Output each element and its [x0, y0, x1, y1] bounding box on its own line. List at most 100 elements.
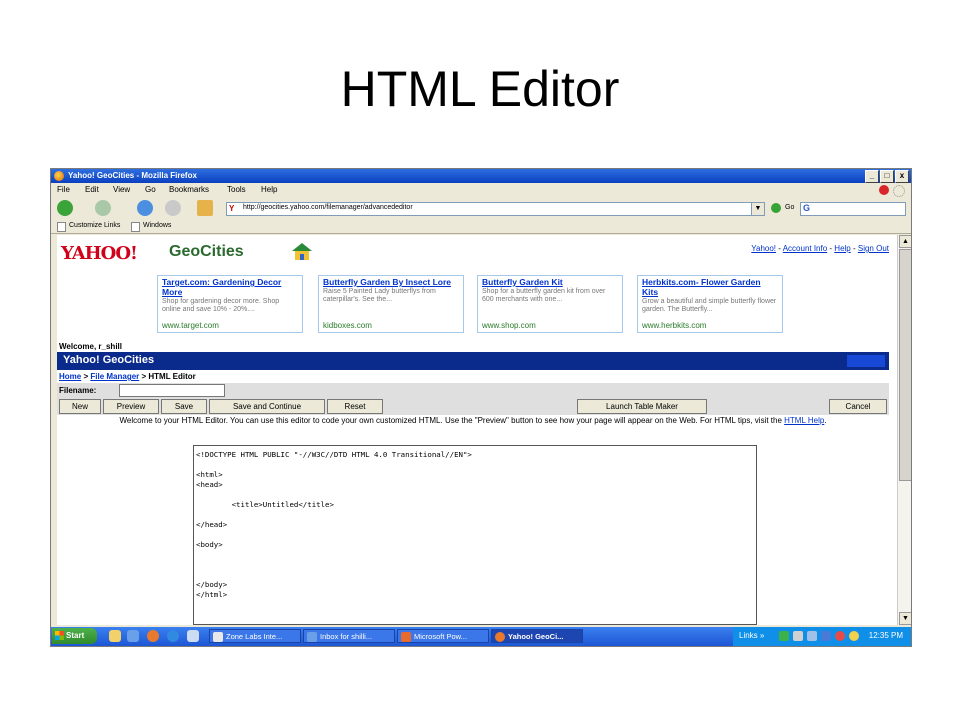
tray-network-icon[interactable]: [779, 631, 789, 641]
start-button[interactable]: Start: [52, 628, 97, 644]
tray-messenger-icon[interactable]: [849, 631, 859, 641]
tray-monitor-icon[interactable]: [807, 631, 817, 641]
ad-title[interactable]: Target.com: Gardening Decor More: [162, 277, 298, 297]
ad-url[interactable]: www.shop.com: [482, 321, 536, 330]
tray-volume-icon[interactable]: [793, 631, 803, 641]
tray-antivirus-icon[interactable]: [835, 631, 845, 641]
inbox-icon: [307, 632, 317, 642]
link-yahoo[interactable]: Yahoo!: [751, 244, 776, 253]
slide-title: HTML Editor: [340, 61, 620, 117]
house-icon: [292, 243, 312, 260]
powerpoint-icon: [401, 632, 411, 642]
ad-title[interactable]: Butterfly Garden By Insect Lore: [323, 277, 459, 287]
ad-description: Grow a beautiful and simple butterfly fl…: [642, 298, 777, 313]
breadcrumb-separator: >: [81, 372, 91, 381]
launch-table-maker-button[interactable]: Launch Table Maker: [577, 399, 707, 414]
breadcrumb: Home > File Manager > HTML Editor: [59, 372, 196, 381]
links-toolbar[interactable]: Links »: [739, 631, 764, 640]
menu-help[interactable]: Help: [261, 185, 277, 194]
html-editor-textarea[interactable]: <!DOCTYPE HTML PUBLIC "-//W3C//DTD HTML …: [193, 445, 757, 625]
ad-box[interactable]: Herbkits.com- Flower Garden Kits Grow a …: [637, 275, 783, 333]
stop-load-icon[interactable]: [165, 200, 181, 216]
yahoo-logo[interactable]: YAHOO!: [61, 243, 138, 264]
ad-box[interactable]: Butterfly Garden By Insect Lore Raise 5 …: [318, 275, 464, 333]
back-icon[interactable]: [57, 200, 73, 216]
task-label: Zone Labs Inte...: [226, 632, 283, 641]
reset-button[interactable]: Reset: [327, 399, 383, 414]
desktop-icon[interactable]: [109, 630, 121, 642]
menu-file[interactable]: File: [57, 185, 70, 194]
menu-go[interactable]: Go: [145, 185, 156, 194]
preview-button[interactable]: Preview: [103, 399, 159, 414]
ad-box[interactable]: Target.com: Gardening Decor More Shop fo…: [157, 275, 303, 333]
task-powerpoint[interactable]: Microsoft Pow...: [397, 629, 489, 643]
geocities-banner: Yahoo! GeoCities: [57, 352, 889, 370]
ad-box[interactable]: Butterfly Garden Kit Shop for a butterfl…: [477, 275, 623, 333]
stop-icon[interactable]: [879, 185, 889, 195]
tray-app-icon[interactable]: [821, 631, 831, 641]
link-separator: -: [776, 244, 783, 253]
html-help-link[interactable]: HTML Help: [784, 416, 824, 425]
windows-taskbar: Start Zone Labs Inte... Inbox for shilli…: [51, 627, 911, 646]
menu-tools[interactable]: Tools: [227, 185, 246, 194]
menu-view[interactable]: View: [113, 185, 130, 194]
editor-toolbar: New Preview Save Save and Continue Reset…: [57, 398, 889, 415]
breadcrumb-file-manager[interactable]: File Manager: [90, 372, 139, 381]
ad-url[interactable]: kidboxes.com: [323, 321, 372, 330]
task-label: Inbox for shilli...: [320, 632, 373, 641]
reload-icon[interactable]: [137, 200, 153, 216]
page-content: YAHOO! GeoCities Yahoo! - Account Info -…: [57, 235, 897, 625]
save-and-continue-button[interactable]: Save and Continue: [209, 399, 325, 414]
url-field[interactable]: Y http://geocities.yahoo.com/filemanager…: [226, 202, 752, 216]
save-button[interactable]: Save: [161, 399, 207, 414]
outlook-icon[interactable]: [127, 630, 139, 642]
cancel-button[interactable]: Cancel: [829, 399, 887, 414]
scroll-thumb[interactable]: [899, 249, 911, 481]
filename-label: Filename:: [59, 386, 97, 395]
ad-title[interactable]: Herbkits.com- Flower Garden Kits: [642, 277, 778, 297]
task-zone-labs[interactable]: Zone Labs Inte...: [209, 629, 301, 643]
scroll-down-arrow[interactable]: ▼: [899, 612, 911, 625]
ie-icon[interactable]: [167, 630, 179, 642]
menu-edit[interactable]: Edit: [85, 185, 99, 194]
scroll-up-arrow[interactable]: ▲: [899, 235, 911, 248]
firefox-quicklaunch-icon[interactable]: [147, 630, 159, 642]
new-button[interactable]: New: [59, 399, 101, 414]
menu-bar: File Edit View Go Bookmarks Tools Help: [51, 183, 911, 197]
home-icon[interactable]: [197, 200, 213, 216]
ad-url[interactable]: www.target.com: [162, 321, 219, 330]
browser-window: Yahoo! GeoCities - Mozilla Firefox _ □ x…: [50, 168, 912, 647]
intro-end: .: [824, 416, 827, 425]
filename-input[interactable]: [119, 384, 225, 397]
window-titlebar[interactable]: Yahoo! GeoCities - Mozilla Firefox _ □ x: [51, 169, 911, 183]
ad-title[interactable]: Butterfly Garden Kit: [482, 277, 618, 287]
task-yahoo-geocities[interactable]: Yahoo! GeoCi...: [491, 629, 583, 643]
minimize-button[interactable]: _: [865, 170, 879, 183]
link-account-info[interactable]: Account Info: [783, 244, 827, 253]
bookmarks-toolbar: Customize Links Windows: [51, 219, 911, 234]
link-sign-out[interactable]: Sign Out: [858, 244, 889, 253]
bookmark-customize-links[interactable]: Customize Links: [69, 222, 120, 229]
menu-bookmarks[interactable]: Bookmarks: [169, 185, 209, 194]
banner-title: Yahoo! GeoCities: [63, 354, 155, 366]
page-scrollbar[interactable]: ▲ ▼: [897, 235, 911, 625]
url-history-dropdown[interactable]: ▼: [751, 202, 765, 216]
close-button[interactable]: x: [895, 170, 909, 183]
go-label[interactable]: Go: [785, 204, 794, 211]
google-search-input[interactable]: G: [800, 202, 906, 216]
intro-text: Welcome to your HTML Editor. You can use…: [57, 416, 889, 426]
filename-row: Filename:: [57, 383, 889, 398]
bookmark-windows[interactable]: Windows: [143, 222, 171, 229]
maximize-button[interactable]: □: [880, 170, 894, 183]
chevron-icon[interactable]: [187, 630, 199, 642]
breadcrumb-home[interactable]: Home: [59, 372, 81, 381]
link-help[interactable]: Help: [834, 244, 850, 253]
go-icon[interactable]: [771, 203, 781, 213]
geocities-logo[interactable]: GeoCities: [169, 243, 244, 261]
forward-icon[interactable]: [95, 200, 111, 216]
editor-content: <!DOCTYPE HTML PUBLIC "-//W3C//DTD HTML …: [196, 450, 472, 599]
ad-url[interactable]: www.herbkits.com: [642, 321, 706, 330]
firefox-task-icon: [495, 632, 505, 642]
task-label: Microsoft Pow...: [414, 632, 467, 641]
task-inbox[interactable]: Inbox for shilli...: [303, 629, 395, 643]
